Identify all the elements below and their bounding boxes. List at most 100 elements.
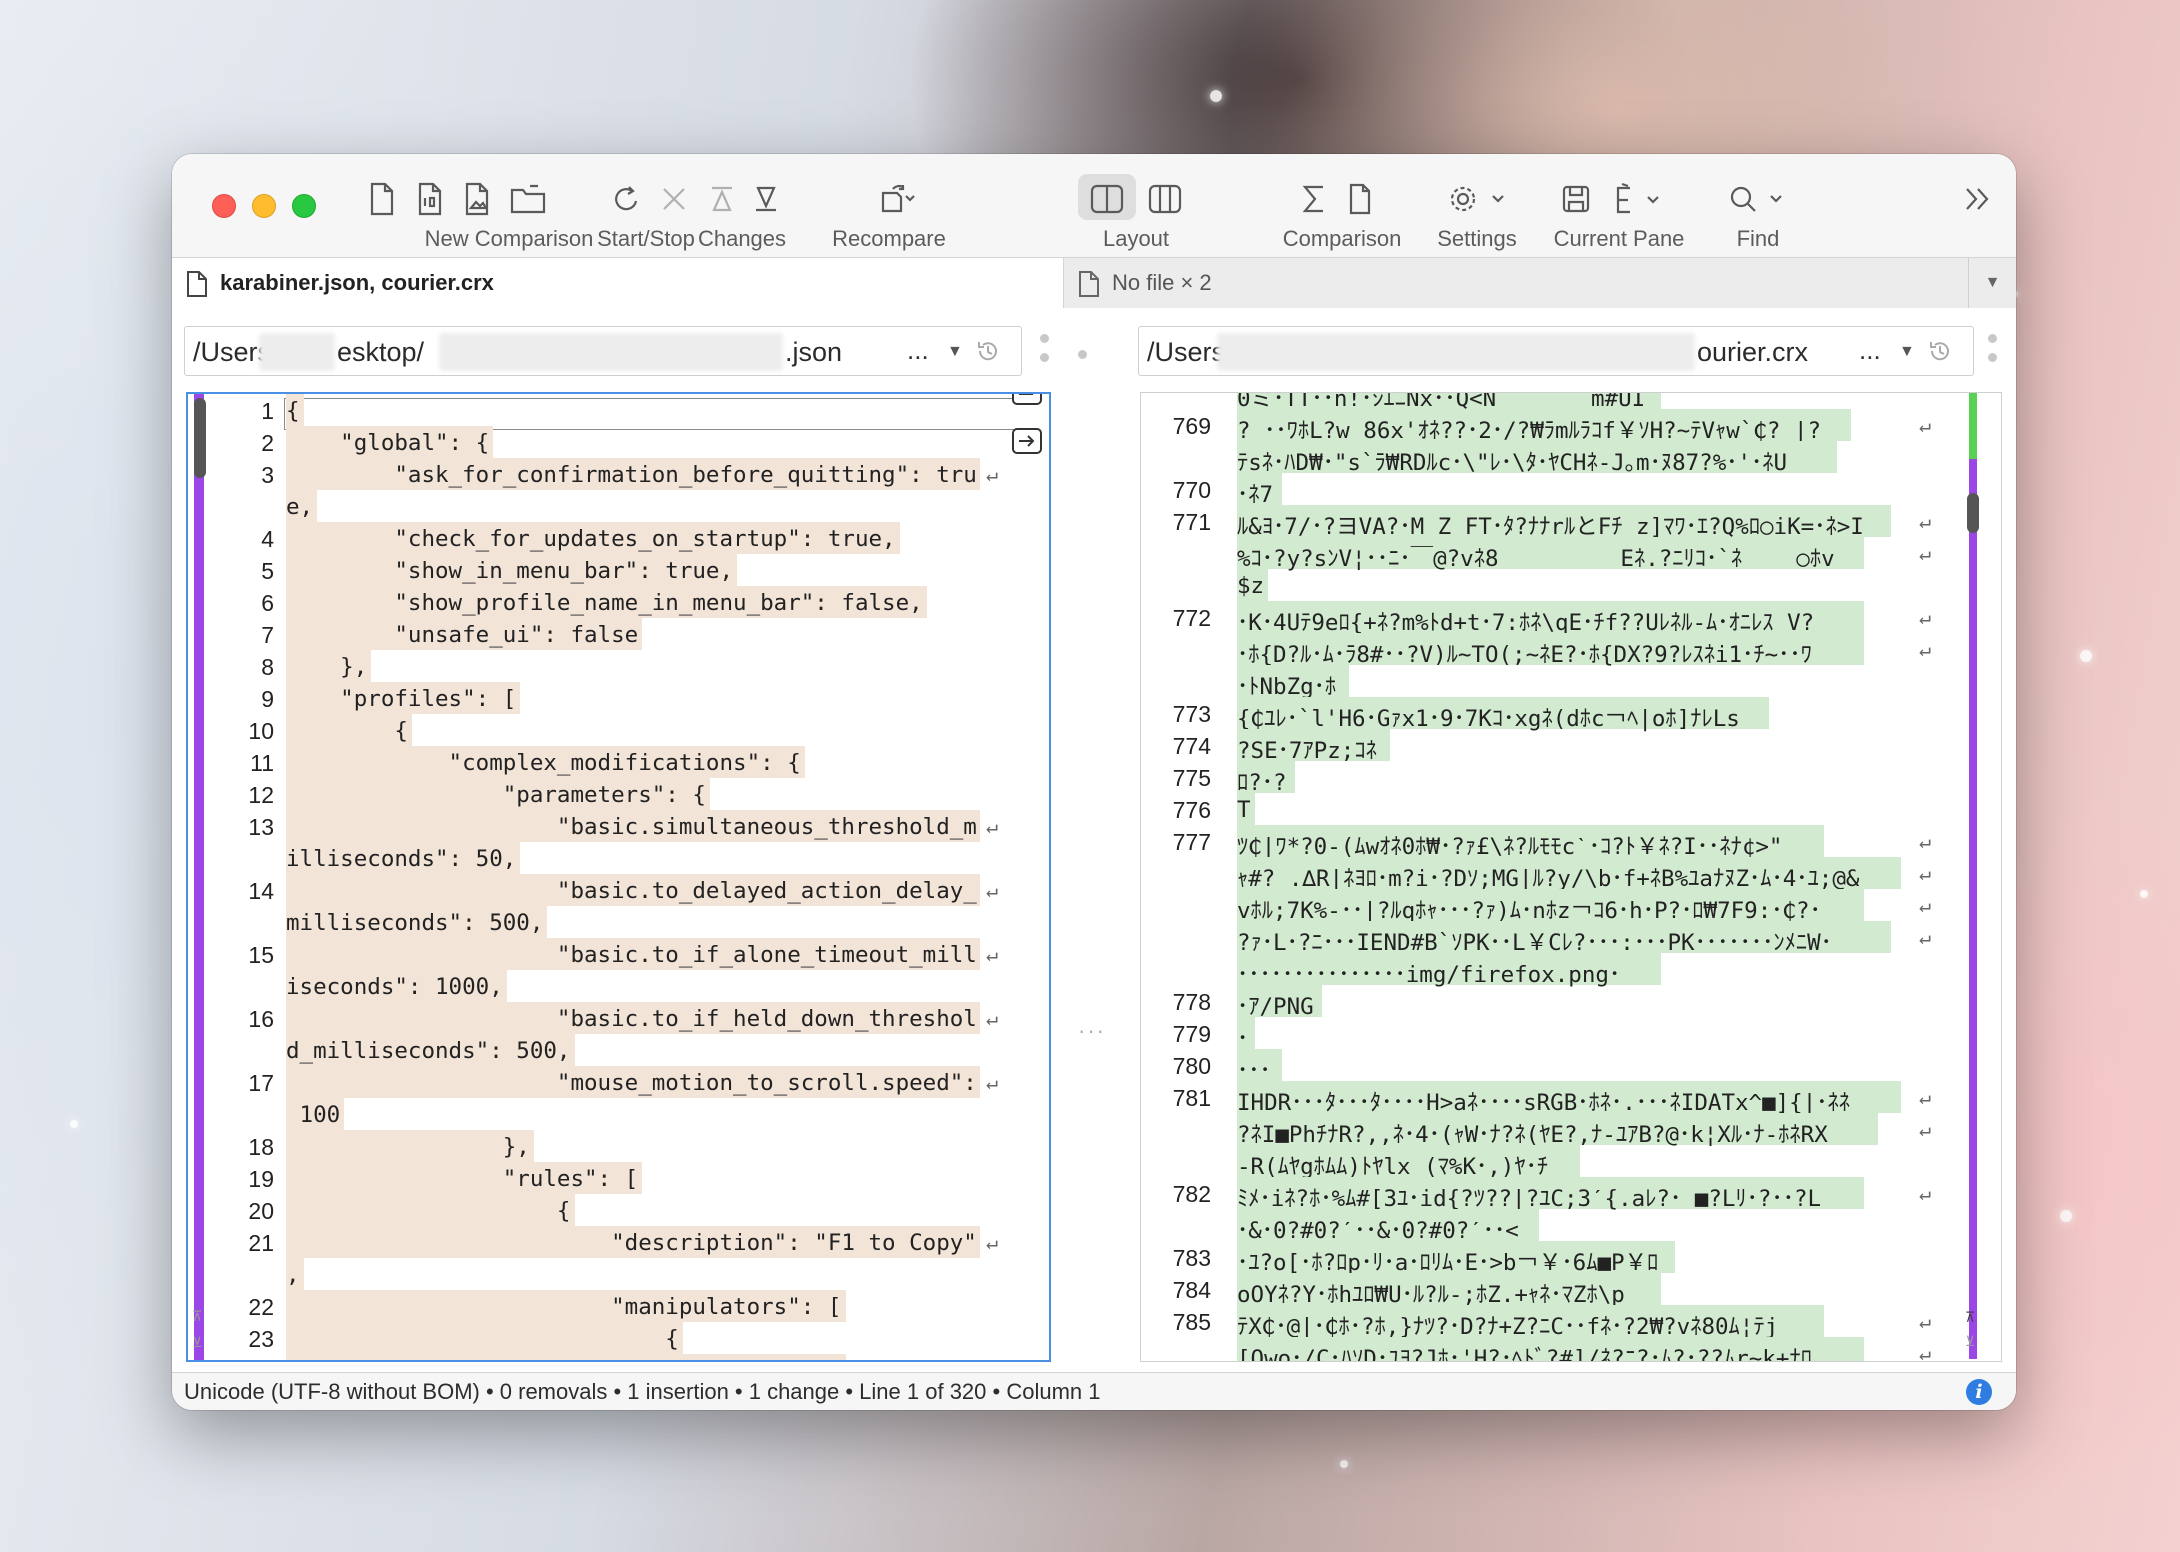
tab-list-dropdown-icon[interactable]: ▼ xyxy=(1968,258,2016,308)
right-text-pane[interactable]: ⊼ ⊻ 0ミ･ТТ･･n!･ｼｴﾆNx･･Q<N m#UI 769 ?_･･ﾜﾎL?… xyxy=(1140,392,2002,1362)
line-number: 769 xyxy=(1172,413,1211,439)
background-sparkle xyxy=(2140,890,2148,898)
new-folder-comparison-icon[interactable] xyxy=(508,178,548,220)
left-code-line: 23 { xyxy=(188,1322,1048,1354)
right-code-line: ﾃsﾈ･ﾊD₩･"s`ﾗ₩RDﾙc･\"ﾚ･\ﾀ･ﾔCHﾈ-J｡m･ﾇ87?%･… xyxy=(1141,441,1961,476)
right-code-line: $z xyxy=(1141,569,1961,601)
left-path-history-icon[interactable] xyxy=(975,338,1001,364)
line-number: 6 xyxy=(261,590,274,616)
left-code-line: 20 { xyxy=(188,1194,1048,1226)
document-icon xyxy=(1079,271,1099,297)
line-text: "manipulators": [ xyxy=(286,1294,842,1320)
line-wrap-icon: ↵ xyxy=(1919,541,1932,565)
next-change-icon[interactable] xyxy=(748,178,784,220)
left-code-line: 7 "unsafe_ui": false xyxy=(188,618,1048,650)
left-pane-grip[interactable] xyxy=(1040,334,1050,374)
document-tab-row: karabiner.json, courier.crx No file × 2 … xyxy=(172,258,2016,308)
background-sparkle xyxy=(1340,1460,1348,1468)
left-file-path-field[interactable]: /Users esktop/ .json ... ▼ xyxy=(184,326,1022,376)
recompare-icon[interactable] xyxy=(862,178,932,220)
left-text-pane[interactable]: ⊼ ⊻ 1{2 "global": {3 "ask_for_confirmati… xyxy=(186,392,1051,1362)
new-image-comparison-icon[interactable] xyxy=(460,178,496,220)
info-icon[interactable]: i xyxy=(1966,1379,1992,1405)
right-code-line: [Owo･/C･ﾊｿD･ﾕﾖ?Jﾎ･'H?･ﾍﾄﾞ?#]/ﾈ?ﾆ?･ﾑ?･??ﾑ… xyxy=(1141,1337,1961,1361)
background-sparkle xyxy=(2080,650,2092,662)
line-text: , xyxy=(286,1262,300,1288)
line-number: 2 xyxy=(261,430,274,456)
zoom-window-button[interactable] xyxy=(292,194,316,218)
start-icon[interactable] xyxy=(608,178,644,220)
line-wrap-icon: ↵ xyxy=(1919,1085,1932,1109)
right-code-line: ･･･････････････img/firefox.png･ xyxy=(1141,953,1961,988)
left-code-line: illiseconds": 50, xyxy=(188,842,1048,874)
line-wrap-icon: ↵ xyxy=(1919,1309,1932,1333)
right-file-path-field[interactable]: /Users ourier.crx ... ▼ xyxy=(1138,326,1974,376)
line-number: 4 xyxy=(261,526,274,552)
right-scroll-up-icon[interactable]: ⊼ xyxy=(1965,1309,1975,1326)
previous-change-icon[interactable] xyxy=(704,178,740,220)
pane-splitter-handle[interactable]: ··· xyxy=(1078,1018,1106,1044)
comparison-summary-icon[interactable] xyxy=(1296,178,1332,220)
left-code-line: 8 }, xyxy=(188,650,1048,682)
stop-icon[interactable] xyxy=(656,178,692,220)
line-text: { xyxy=(286,1198,571,1224)
line-text: }, xyxy=(286,1134,530,1160)
line-text: milliseconds": 500, xyxy=(286,910,544,936)
find-search-icon[interactable] xyxy=(1722,178,1792,220)
encoding-icon[interactable] xyxy=(1610,178,1670,220)
left-path-dropdown-icon[interactable]: ▼ xyxy=(947,343,963,361)
right-code-line: ｬ#?_.∆R|ﾈﾖﾛ･m?i･?Dｿ;MG|ﾙ?y/\b･f+ﾈB%ﾕaﾅﾇZ… xyxy=(1141,857,1961,892)
line-text: "show_profile_name_in_menu_bar": false, xyxy=(286,590,923,616)
comparison-document-icon[interactable] xyxy=(1342,178,1378,220)
line-number: 785 xyxy=(1172,1309,1211,1335)
layout-three-way-icon[interactable] xyxy=(1142,178,1188,220)
settings-gear-icon[interactable] xyxy=(1442,178,1512,220)
line-wrap-icon: ↵ xyxy=(986,1230,999,1254)
close-window-button[interactable] xyxy=(212,194,236,218)
toolbar-overflow-chevron-icon[interactable] xyxy=(1958,178,1998,220)
left-path-redacted xyxy=(259,333,335,371)
right-path-more[interactable]: ... xyxy=(1859,335,1881,366)
tab-left-document[interactable]: karabiner.json, courier.crx xyxy=(172,258,1064,308)
line-number: 778 xyxy=(1172,989,1211,1015)
line-text: "ask_for_confirmation_before_quitting": … xyxy=(286,462,977,488)
left-code-line: , xyxy=(188,1258,1048,1290)
tab-right-title: No file × 2 xyxy=(1112,270,1212,295)
line-number: 772 xyxy=(1172,605,1211,631)
left-code-line: d_milliseconds": 500, xyxy=(188,1034,1048,1066)
line-text: "basic.to_if_held_down_threshol xyxy=(286,1006,977,1032)
tab-right-document[interactable]: No file × 2 ▼ xyxy=(1064,258,2016,308)
line-wrap-icon: ↵ xyxy=(1919,829,1932,853)
line-text: { xyxy=(286,1326,679,1352)
line-number: 780 xyxy=(1172,1053,1211,1079)
current-pane-label: Current Pane xyxy=(1553,226,1685,251)
line-wrap-icon: ↵ xyxy=(986,814,999,838)
new-binary-comparison-icon[interactable] xyxy=(412,178,448,220)
right-code-line: ?ｧ･L･?ﾆ･･･IEND#B`ｿPK･･L￥Cﾚ?･･･:･･･PK････… xyxy=(1141,921,1961,956)
right-change-bar xyxy=(1969,393,1977,1359)
save-pane-icon[interactable] xyxy=(1558,178,1594,220)
layout-side-by-side-icon[interactable] xyxy=(1084,178,1130,220)
center-grip[interactable] xyxy=(1078,350,1088,390)
left-path-middle: esktop/ xyxy=(337,337,425,367)
right-scroll-thumb[interactable] xyxy=(1967,493,1979,533)
right-code-line: ･&･0?#0?ˊ･･&･0?#0?ˊ･･< xyxy=(1141,1209,1961,1244)
left-code-line: 100 xyxy=(188,1098,1048,1130)
right-code-line: ･ﾎ{D?ﾙ･ﾑ･ﾗ8#･･?V)ﾙ~TO(;~ﾈE?･ﾎ{DX?9?ﾚｽﾈi1… xyxy=(1141,633,1961,668)
right-code-line: ･ﾄNbZg･ﾎ xyxy=(1141,665,1961,700)
minimize-window-button[interactable] xyxy=(252,194,276,218)
left-path-more[interactable]: ... xyxy=(907,335,929,366)
line-number: 22 xyxy=(248,1294,274,1320)
right-path-dropdown-icon[interactable]: ▼ xyxy=(1899,343,1915,361)
line-number: 783 xyxy=(1172,1245,1211,1271)
line-number: 17 xyxy=(248,1070,274,1096)
new-text-comparison-icon[interactable] xyxy=(364,178,400,220)
right-code-line: 780 ･･･ xyxy=(1141,1049,1961,1084)
right-pane-grip[interactable] xyxy=(1988,334,1998,374)
line-number: 3 xyxy=(261,462,274,488)
line-wrap-icon: ↵ xyxy=(986,878,999,902)
line-number: 16 xyxy=(248,1006,274,1032)
right-path-history-icon[interactable] xyxy=(1927,338,1953,364)
right-scroll-down-icon[interactable]: ⊻ xyxy=(1965,1333,1975,1350)
left-code-line: 5 "show_in_menu_bar": true, xyxy=(188,554,1048,586)
